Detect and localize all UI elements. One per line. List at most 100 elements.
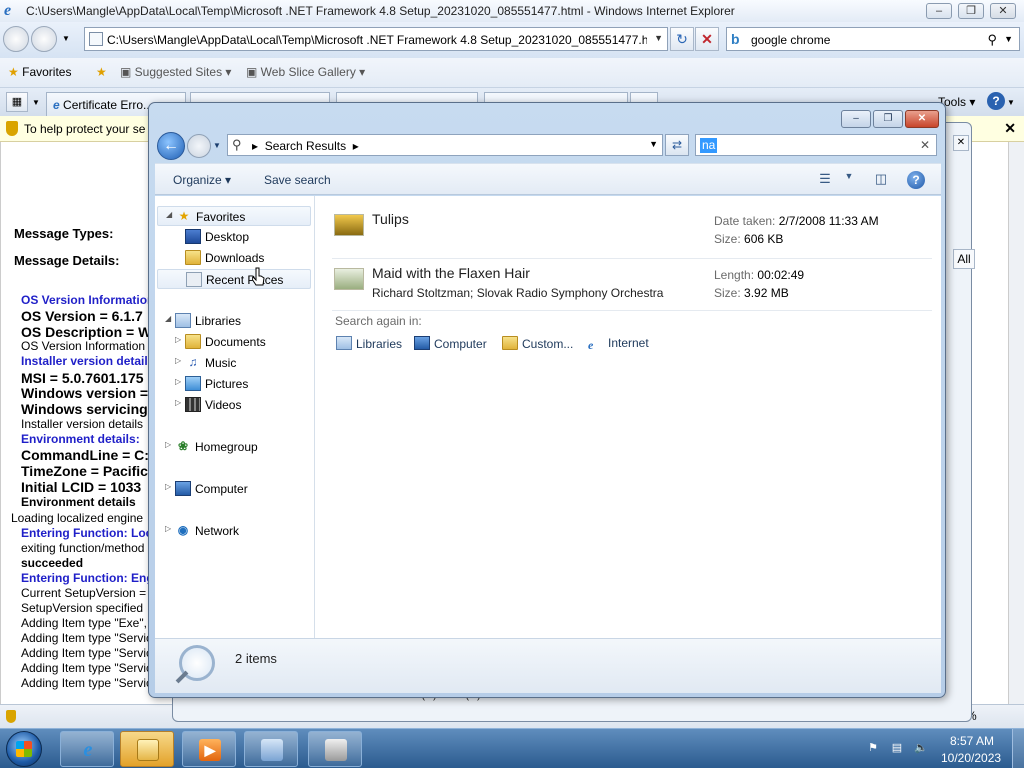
log-line: CommandLine = C: <box>21 447 149 463</box>
close-button[interactable]: ✕ <box>990 3 1016 19</box>
result-separator <box>332 258 932 259</box>
clock-date[interactable]: 10/20/2023 <box>941 751 1001 765</box>
nav-recent-places[interactable]: Recent Places <box>157 269 311 289</box>
taskbar-internet-explorer[interactable]: e <box>60 731 114 767</box>
log-line: Entering Function: Engi <box>21 571 157 585</box>
videos-icon <box>185 397 201 412</box>
nav-music[interactable]: ▷ ♫ Music <box>157 353 311 373</box>
expand-arrow-icon[interactable]: ▷ <box>175 335 181 344</box>
expand-arrow-icon[interactable]: ▷ <box>165 482 171 491</box>
nav-computer[interactable]: ▷ Computer <box>157 479 311 499</box>
forward-button[interactable] <box>31 26 57 52</box>
explorer-help-icon[interactable]: ? <box>907 171 925 189</box>
bing-icon: b <box>731 31 740 47</box>
taskbar-windows-explorer[interactable] <box>120 731 174 767</box>
nav-favorites[interactable]: ◢ ★ Favorites <box>157 206 311 226</box>
stop-icon[interactable]: ✕ <box>695 27 719 51</box>
nav-downloads[interactable]: Downloads <box>157 248 311 268</box>
search-again-internet[interactable]: e Internet <box>588 336 649 352</box>
explorer-address-bar[interactable]: ⚲ ▸ Search Results ▸ ▼ <box>227 134 663 156</box>
expand-arrow-icon[interactable]: ▷ <box>165 524 171 533</box>
expand-arrow-icon[interactable]: ▷ <box>165 440 171 449</box>
nav-network[interactable]: ▷ ◉ Network <box>157 521 311 541</box>
history-dropdown-icon[interactable]: ▼ <box>62 34 70 43</box>
explorer-maximize-button[interactable]: ❐ <box>873 110 903 128</box>
explorer-forward-button[interactable] <box>187 134 211 158</box>
tab-list-dropdown-icon[interactable]: ▼ <box>32 98 40 107</box>
taskbar-control-panel[interactable] <box>244 731 298 767</box>
background-window-button[interactable]: All <box>953 249 975 269</box>
address-bar[interactable]: C:\Users\Mangle\AppData\Local\Temp\Micro… <box>84 27 668 51</box>
nav-pictures[interactable]: ▷ Pictures <box>157 374 311 394</box>
collapse-arrow-icon[interactable]: ◢ <box>166 210 172 219</box>
maximize-button[interactable]: ❐ <box>958 3 984 19</box>
collapse-arrow-icon[interactable]: ◢ <box>165 314 171 323</box>
log-line: OS Version = 6.1.7 <box>21 308 143 324</box>
result-item-tulips[interactable]: Tulips Date taken: 2/7/2008 11:33 AM Siz… <box>332 208 932 254</box>
search-again-libraries[interactable]: Libraries <box>336 336 402 351</box>
search-results-icon: ⚲ <box>232 137 242 152</box>
network-tray-icon[interactable]: ▤ <box>890 741 904 754</box>
computer-icon <box>175 481 191 496</box>
search-again-computer[interactable]: Computer <box>414 336 487 351</box>
log-line: Environment details <box>21 495 136 509</box>
change-view-icon[interactable]: ☰ <box>815 171 835 189</box>
refresh-icon[interactable]: ↻ <box>670 27 694 51</box>
action-center-flag-icon[interactable]: ⚑ <box>866 741 880 754</box>
explorer-search-input[interactable]: na ✕ <box>695 134 937 156</box>
breadcrumb[interactable]: ▸ Search Results ▸ <box>252 139 359 153</box>
clock-time[interactable]: 8:57 AM <box>950 734 994 748</box>
nav-recent-places-label: Recent Places <box>206 273 284 287</box>
item-count: 2 items <box>235 651 277 666</box>
quick-tabs-icon[interactable]: ▦ <box>6 92 28 112</box>
nav-libraries[interactable]: ◢ Libraries <box>157 311 311 331</box>
help-dropdown-icon[interactable]: ▼ <box>1007 98 1015 107</box>
web-slice-gallery-link[interactable]: ▣ Web Slice Gallery ▾ <box>246 65 365 79</box>
show-desktop-button[interactable] <box>1012 729 1024 768</box>
minimize-button[interactable]: – <box>926 3 952 19</box>
page-scrollbar[interactable] <box>1008 142 1024 704</box>
expand-arrow-icon[interactable]: ▷ <box>175 356 181 365</box>
recent-pages-dropdown-icon[interactable]: ▼ <box>213 141 221 150</box>
explorer-refresh-icon[interactable]: ⇄ <box>665 134 689 156</box>
taskbar: e ▶ ⚑ ▤ 🔈 8:57 AM 10/20/2023 <box>0 728 1024 768</box>
search-dropdown-icon[interactable]: ▼ <box>1004 34 1013 44</box>
explorer-close-button[interactable]: ✕ <box>905 110 939 128</box>
desktop-icon <box>185 229 201 244</box>
clear-search-icon[interactable]: ✕ <box>920 138 930 152</box>
suggested-sites-link[interactable]: ▣ Suggested Sites ▾ <box>120 65 231 79</box>
log-line: Installer version details <box>21 417 144 431</box>
libraries-icon <box>175 313 191 328</box>
address-history-dropdown-icon[interactable]: ▼ <box>649 139 658 149</box>
log-line: exiting function/method <box>21 541 145 555</box>
background-window-close-icon[interactable]: ✕ <box>953 135 969 151</box>
search-again-custom[interactable]: Custom... <box>502 336 573 351</box>
add-favorite-icon[interactable]: ★ <box>96 65 107 79</box>
taskbar-remote-desktop[interactable] <box>308 731 362 767</box>
taskbar-media-player[interactable]: ▶ <box>182 731 236 767</box>
help-icon[interactable]: ? <box>987 92 1005 110</box>
expand-arrow-icon[interactable]: ▷ <box>175 398 181 407</box>
save-search-button[interactable]: Save search <box>264 173 331 187</box>
search-icon[interactable]: ⚲ <box>987 32 997 48</box>
explorer-minimize-button[interactable]: – <box>841 110 871 128</box>
explorer-back-button[interactable]: ← <box>157 132 185 160</box>
ie-tab-icon: e <box>53 98 60 112</box>
infobar-close-icon[interactable]: ✕ <box>1004 120 1016 137</box>
expand-arrow-icon[interactable]: ▷ <box>175 377 181 386</box>
address-dropdown-icon[interactable]: ▼ <box>654 33 663 43</box>
view-options-dropdown-icon[interactable]: ▼ <box>839 171 859 189</box>
organize-button[interactable]: Organize ▾ <box>173 173 231 187</box>
preview-pane-icon[interactable]: ◫ <box>871 171 891 189</box>
nav-desktop[interactable]: Desktop <box>157 227 311 247</box>
back-button[interactable] <box>3 26 29 52</box>
favorites-button[interactable]: ★ Favorites <box>8 65 71 79</box>
ie-search-box[interactable]: b google chrome ⚲ ▼ <box>726 27 1020 51</box>
start-button[interactable] <box>6 731 42 767</box>
nav-homegroup[interactable]: ▷ ❀ Homegroup <box>157 437 311 457</box>
result-item-maid-with-the-flaxen-hair[interactable]: Maid with the Flaxen Hair Richard Stoltz… <box>332 262 932 308</box>
nav-videos[interactable]: ▷ Videos <box>157 395 311 415</box>
nav-documents[interactable]: ▷ Documents <box>157 332 311 352</box>
breadcrumb-search-results[interactable]: Search Results <box>265 139 346 153</box>
volume-muted-icon[interactable]: 🔈 <box>914 741 928 754</box>
